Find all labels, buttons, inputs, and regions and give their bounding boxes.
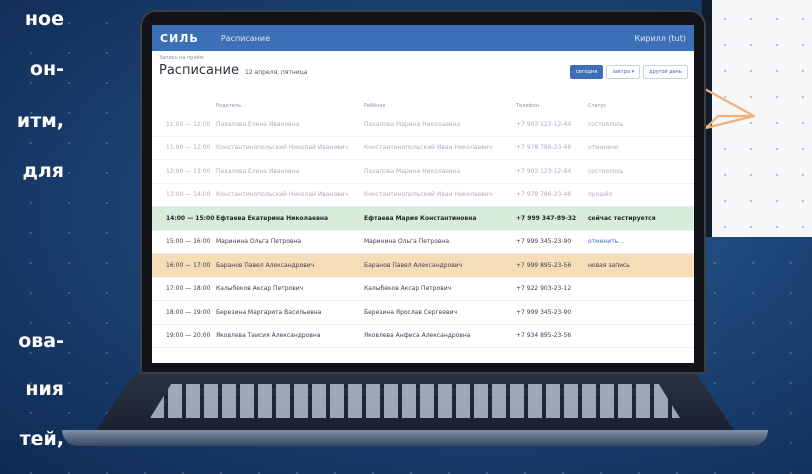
row-time: 16:00 — 17:00 — [166, 261, 211, 269]
row-status[interactable]: отменить... — [588, 238, 668, 245]
row-time: 11:00 — 12:00 — [166, 144, 211, 152]
row-phone: +7 999 347-89-32 — [516, 214, 577, 222]
row-parent: Яковлева Таисия Александровна — [216, 332, 321, 340]
col-child: Ребёнок — [364, 103, 386, 109]
left-line-7: тей, — [19, 428, 64, 450]
breadcrumb[interactable]: Запись на приём — [159, 55, 204, 61]
row-child: Березина Ярослав Сергеевич — [364, 308, 458, 316]
row-parent: Константинопольский Николай Иванович — [216, 191, 349, 199]
row-status: сейчас тестируется — [588, 214, 656, 222]
left-line-2: он- — [29, 58, 64, 80]
row-parent: Баранов Павел Александрович — [216, 261, 315, 269]
page-title: Расписание — [159, 63, 239, 78]
left-line-3: итм, — [16, 110, 64, 132]
row-time: 11:00 — 12:00 — [166, 120, 211, 128]
laptop-screen: СИЛЬ Расписание Кирилл (tut) Запись на п… — [152, 25, 694, 363]
row-parent: Пахалова Елена Ивановна — [216, 167, 300, 175]
row-phone: +7 999 345-23-90 — [516, 238, 572, 246]
row-time: 15:00 — 16:00 — [166, 238, 211, 246]
row-parent: Березина Маргарита Васильевна — [216, 308, 322, 316]
table-row[interactable]: 15:00 — 16:00 Маринина Ольга Петровна Мари… — [152, 231, 694, 254]
row-time: 17:00 — 18:00 — [166, 285, 211, 293]
row-child: Баранов Павел Александрович — [364, 261, 463, 269]
row-time: 13:00 — 14:00 — [166, 191, 211, 199]
row-phone: +7 978 786-23-46 — [516, 191, 572, 199]
user-menu[interactable]: Кирилл (tut) — [634, 34, 686, 43]
table-row[interactable]: 14:00 — 15:00 Ефтаева Екатерина Николаевн… — [152, 207, 694, 231]
row-status: новая запись — [588, 261, 630, 269]
left-line-4: для — [22, 160, 64, 182]
table-row[interactable]: 18:00 — 19:00 Березина Маргарита Васильев… — [152, 301, 694, 325]
laptop-base-edge — [62, 430, 768, 446]
row-status: состоялось — [588, 167, 624, 175]
row-child: Пахалова Марина Николаевна — [364, 167, 461, 175]
laptop-keyboard — [150, 384, 680, 418]
app-logo[interactable]: СИЛЬ — [160, 32, 199, 45]
title-row: Расписание 12 апреля, пятница — [159, 63, 307, 78]
row-child: Константинопольский Иван Николаевич — [364, 191, 493, 199]
schedule-page: Запись на приём Расписание 12 апреля, пя… — [152, 51, 694, 363]
table-row[interactable]: 17:00 — 18:00 Калыбеков Аксар Петрович Кал… — [152, 278, 694, 301]
row-status: состоялось — [588, 120, 624, 128]
nav-item-schedule[interactable]: Расписание — [221, 34, 270, 43]
day-filters: сегодня завтра ▾ другой день — [569, 65, 688, 79]
table-row[interactable]: 11:00 — 12:00 Пахалова Елена Ивановна Паха… — [152, 113, 694, 137]
row-parent: Пахалова Елена Ивановна — [216, 120, 300, 128]
table-row[interactable]: 13:00 — 14:00 Константинопольский Николай… — [152, 184, 694, 207]
row-child: Константинопольский Иван Николаевич — [364, 144, 493, 152]
page-date: 12 апреля, пятница — [244, 69, 308, 76]
filter-tomorrow-button[interactable]: завтра ▾ — [606, 65, 641, 79]
row-child: Калыбеков Аксар Петрович — [364, 285, 452, 293]
left-line-6: ния — [25, 378, 64, 400]
row-child: Пахалова Марина Николаевна — [364, 120, 461, 128]
row-status: отменено — [588, 144, 619, 152]
row-phone: +7 903 123-12-44 — [516, 120, 572, 128]
row-time: 12:00 — 13:00 — [166, 167, 211, 175]
row-parent: Ефтаева Екатерина Николаевна — [216, 214, 329, 222]
row-phone: +7 999 345-23-90 — [516, 308, 572, 316]
row-parent: Константинопольский Николай Иванович — [216, 144, 349, 152]
table-row[interactable]: 19:00 — 20:00 Яковлева Таисия Александров… — [152, 325, 694, 348]
col-parent: Родитель — [216, 103, 241, 109]
col-status: Статус — [588, 103, 607, 109]
row-status: прошёл — [588, 191, 613, 199]
app-header: СИЛЬ Расписание Кирилл (tut) — [152, 25, 694, 51]
schedule-table: 11:00 — 12:00 Пахалова Елена Ивановна Паха… — [152, 113, 694, 348]
left-cropped-text: ное он- итм, для ова- ния тей, — [0, 0, 90, 474]
row-parent: Калыбеков Аксар Петрович — [216, 285, 304, 293]
row-time: 14:00 — 15:00 — [166, 214, 215, 222]
row-child: Ефтаева Мария Константиновна — [364, 214, 477, 222]
left-line-1: ное — [24, 8, 64, 30]
row-time: 19:00 — 20:00 — [166, 332, 211, 340]
row-phone: +7 999 895-23-56 — [516, 261, 572, 269]
filter-other-day-button[interactable]: другой день — [643, 65, 688, 79]
filter-today-button[interactable]: сегодня — [569, 65, 604, 79]
table-row[interactable]: 11:00 — 12:00 Константинопольский Николай… — [152, 137, 694, 160]
row-time: 18:00 — 19:00 — [166, 308, 211, 316]
row-child: Маринина Ольга Петровна — [364, 238, 450, 246]
table-row[interactable]: 12:00 — 13:00 Пахалова Елена Ивановна Паха… — [152, 160, 694, 184]
row-phone: +7 978 786-23-46 — [516, 144, 572, 152]
row-parent: Маринина Ольга Петровна — [216, 238, 302, 246]
col-phone: Телефон — [516, 103, 540, 109]
left-line-5: ова- — [18, 330, 64, 352]
table-row[interactable]: 16:00 — 17:00 Баранов Павел Александрович… — [152, 254, 694, 278]
table-header: Родитель Ребёнок Телефон Статус — [152, 99, 694, 113]
row-phone: +7 934 895-23-56 — [516, 332, 572, 340]
row-child: Яковлева Анфиса Александровна — [364, 332, 471, 340]
row-phone: +7 903 123-12-44 — [516, 167, 572, 175]
row-phone: +7 922 903-23-12 — [516, 285, 572, 293]
